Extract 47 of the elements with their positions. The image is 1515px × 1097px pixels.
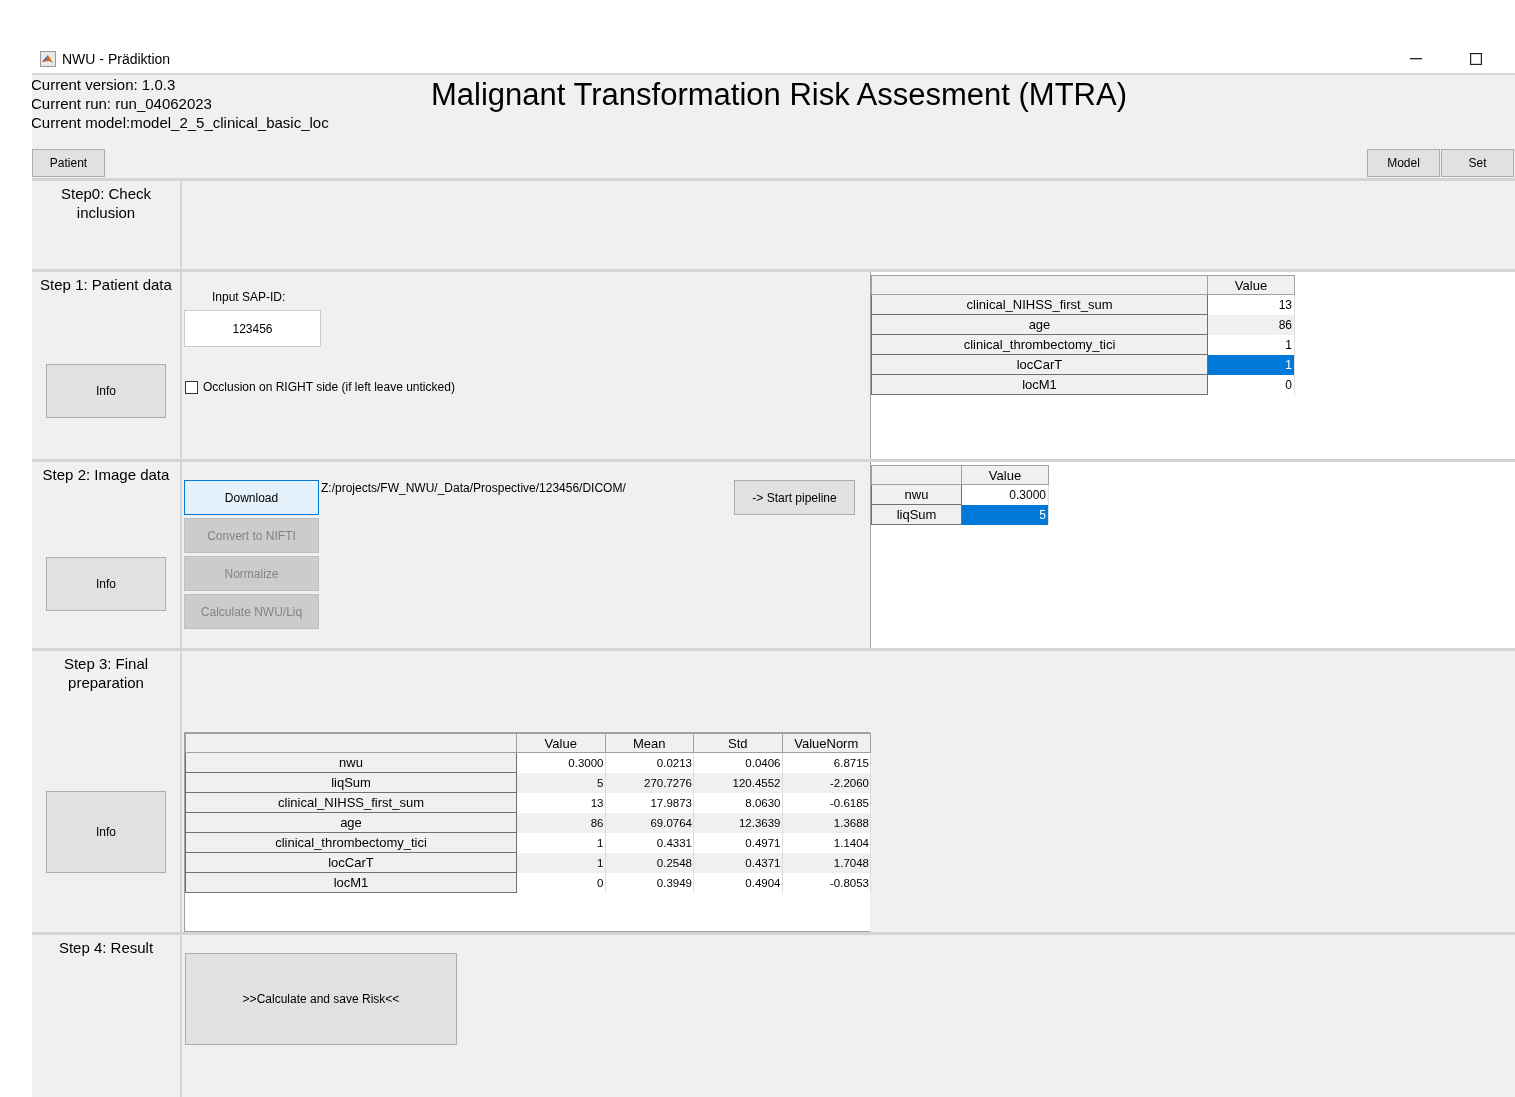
maximize-icon[interactable]: [1470, 53, 1482, 65]
row-header: clinical_NIHSS_first_sum: [185, 792, 517, 813]
row-header: age: [185, 812, 517, 833]
info-line: Current run: run_04062023: [32, 94, 213, 113]
row-header: locCarT: [871, 354, 1208, 375]
row-header: liqSum: [185, 772, 517, 793]
column-header: Value: [1207, 275, 1295, 295]
info-line: Current model:model_2_5_clinical_basic_loc: [32, 113, 330, 132]
tab[interactable]: Model: [1367, 149, 1440, 177]
row-header: age: [871, 314, 1208, 335]
step-label: Step 3: Final preparation: [62, 654, 150, 692]
row-header: locM1: [185, 872, 517, 893]
row-header: locM1: [871, 374, 1208, 395]
column-header: ValueNorm: [782, 733, 871, 753]
app-icon: [40, 51, 56, 67]
sap-id-label: Input SAP-ID:: [212, 290, 287, 304]
column-header: Value: [961, 465, 1049, 485]
step-label: Step 1: Patient data: [39, 275, 173, 294]
window-title: NWU - Prädiktion: [62, 51, 171, 67]
step-label: Step0: Check inclusion: [59, 184, 153, 222]
pipeline-step-button[interactable]: Download: [184, 480, 319, 515]
checkbox-label: Occlusion on RIGHT side (if left leave unticked): [203, 380, 455, 394]
column-header: Mean: [605, 733, 694, 753]
minimize-icon[interactable]: [1410, 58, 1422, 60]
step-label: Step 4: Result: [57, 938, 155, 957]
info-button[interactable]: Info: [46, 557, 166, 611]
path-text: Z:/projects/FW_NWU/_Data/Prospective/123456/DICOM/: [321, 481, 626, 495]
row-header: clinical_NIHSS_first_sum: [871, 294, 1208, 315]
info-button[interactable]: Info: [46, 364, 166, 418]
sap-id-field[interactable]: 123456: [184, 310, 321, 347]
row-header: clinical_thrombectomy_tici: [871, 334, 1208, 355]
calculate-risk-button[interactable]: >>Calculate and save Risk<<: [185, 953, 457, 1045]
row-header: locCarT: [185, 852, 517, 873]
row-header: clinical_thrombectomy_tici: [185, 832, 517, 853]
app-title: Malignant Transformation Risk Assesment (MTRA): [431, 76, 1127, 114]
tab[interactable]: Patient: [32, 149, 105, 177]
checkbox[interactable]: [185, 380, 198, 394]
row-header: nwu: [185, 752, 517, 773]
column-header: Std: [693, 733, 782, 753]
row-header: liqSum: [871, 504, 962, 525]
column-header: Value: [516, 733, 605, 753]
tab[interactable]: Set: [1441, 149, 1514, 177]
info-line: Current version: 1.0.3: [32, 75, 177, 94]
row-header: nwu: [871, 484, 962, 505]
start-pipeline-button[interactable]: -> Start pipeline: [734, 480, 855, 515]
step-label: Step 2: Image data: [41, 465, 171, 484]
info-button[interactable]: Info: [46, 791, 166, 873]
